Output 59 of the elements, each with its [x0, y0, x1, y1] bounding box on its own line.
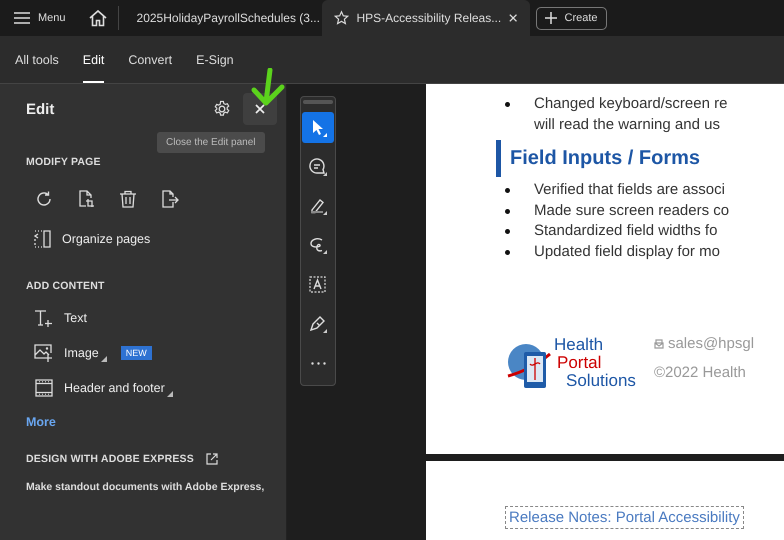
email-text: sales@hpsgl	[668, 335, 754, 352]
menu-icon	[14, 12, 30, 24]
more-link[interactable]: More	[26, 415, 286, 429]
nav-tab[interactable]: All tools	[15, 36, 59, 83]
pen-icon	[308, 314, 328, 334]
tab-label: HPS-Accessibility Releas...	[356, 11, 502, 25]
add-image-icon	[34, 344, 54, 362]
page-title: Release Notes: Portal Accessibility	[505, 506, 744, 529]
add-content-item[interactable]: Text	[34, 309, 286, 327]
header-footer-icon	[34, 379, 54, 397]
add-content-item[interactable]: Image NEW	[34, 344, 286, 362]
add-content-item[interactable]: Header and footer	[34, 379, 286, 397]
document-text: will read the warning and us	[534, 116, 720, 132]
logo-text: Portal	[557, 354, 602, 372]
document-tab[interactable]: 2025HolidayPayrollSchedules (3...	[126, 0, 322, 36]
nav-tab[interactable]: E-Sign	[196, 36, 234, 83]
organize-pages-item[interactable]: Organize pages	[34, 230, 286, 248]
section-heading: ADD CONTENT	[26, 280, 106, 292]
add-text-icon	[34, 309, 54, 327]
document-text: Verified that fields are associ	[534, 181, 725, 198]
plus-icon	[544, 12, 557, 24]
trash-icon[interactable]	[119, 190, 137, 208]
page-export-icon[interactable]	[161, 190, 179, 208]
create-button[interactable]: Create	[536, 6, 607, 30]
tooltip: Close the Edit panel	[157, 132, 265, 153]
document-tab[interactable]: HPS-Accessibility Releas...	[322, 0, 530, 36]
settings-icon[interactable]	[213, 100, 231, 118]
section-heading: DESIGN WITH ADOBE EXPRESS	[26, 453, 194, 465]
close-icon[interactable]	[509, 13, 518, 23]
text-box-icon	[308, 274, 328, 295]
envelope-icon	[654, 338, 664, 348]
logo-text: Health	[554, 336, 604, 354]
copyright-text: ©2022 Health	[654, 364, 747, 381]
rotate-icon[interactable]	[35, 190, 53, 208]
lasso-icon	[308, 235, 328, 256]
document-text: Made sure screen readers co	[534, 202, 730, 218]
highlighter-icon	[308, 196, 328, 216]
document-text: Standardized field widths fo	[534, 222, 718, 239]
logo-text: Solutions	[566, 372, 636, 390]
tab-label: 2025HolidayPayrollSchedules (3...	[136, 11, 320, 25]
star-icon	[334, 9, 348, 27]
nav-tab[interactable]: Convert	[128, 36, 172, 83]
section-heading: Field Inputs / Forms	[496, 140, 784, 177]
menu-button[interactable]: Menu	[14, 12, 66, 24]
more-icon	[310, 362, 326, 365]
crop-page-icon[interactable]	[77, 190, 95, 208]
home-icon[interactable]	[88, 9, 108, 27]
new-badge: NEW	[120, 346, 152, 360]
external-link-icon[interactable]	[206, 453, 218, 465]
tool-button[interactable]	[302, 112, 334, 144]
annotation-arrow-icon	[250, 68, 286, 108]
panel-title: Edit	[26, 100, 56, 118]
document-text: Changed keyboard/screen re	[534, 95, 728, 112]
comment-icon	[308, 156, 328, 177]
description-text: Make standout documents with Adobe Express,	[26, 481, 266, 493]
section-heading: MODIFY PAGE	[26, 156, 102, 168]
document-text: Updated field display for mo	[534, 242, 720, 260]
close-icon	[255, 104, 265, 114]
organize-pages-icon	[34, 230, 52, 248]
